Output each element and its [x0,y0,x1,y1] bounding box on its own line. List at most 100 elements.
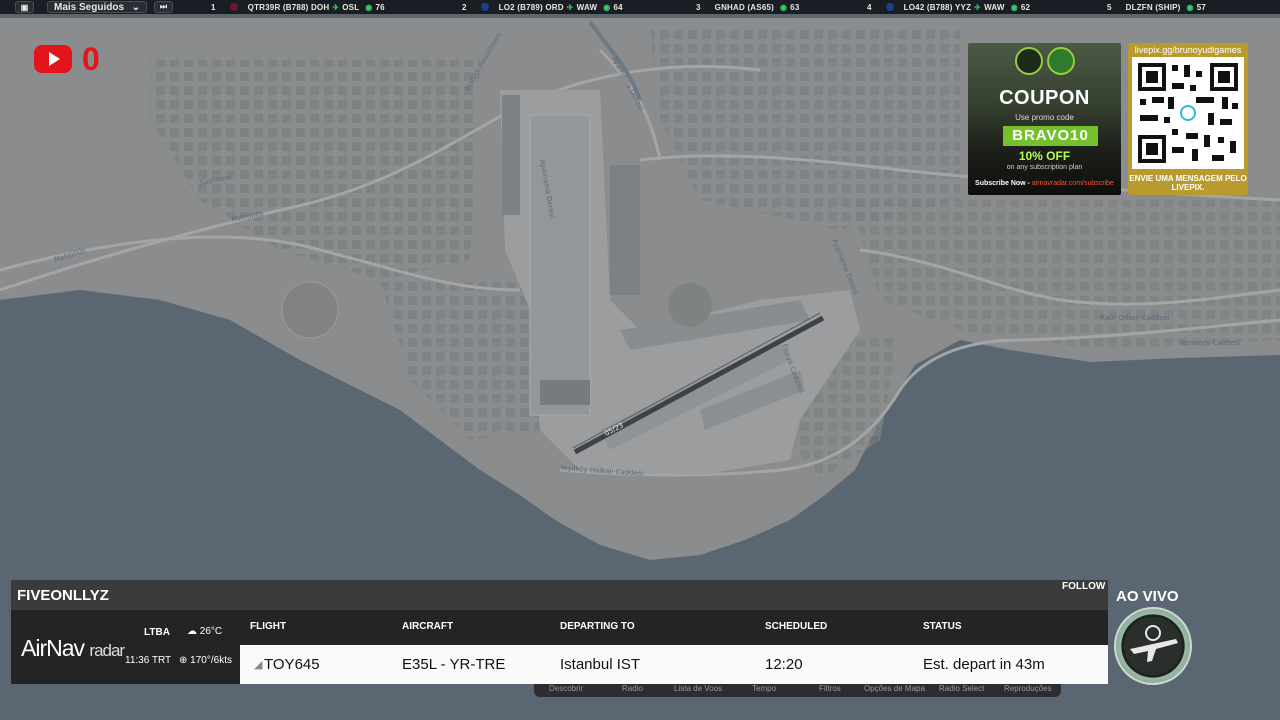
top-ranking-bar: ▣ Mais Seguidos ⌄ ⏭ 1 QTR39R (B788) DOH … [0,0,1280,14]
rank-number: 4 [867,2,872,12]
rank-number: 2 [462,2,467,12]
cell-scheduled: 12:20 [765,656,803,673]
temperature-value: 26°C [199,626,223,637]
bottom-menu: Descobrir Radio Lista de Voos Tempo Filt… [534,684,1061,697]
map-label: Rauf Orbay Caddesi [1100,314,1170,322]
brand-suffix: radar [89,641,125,660]
menu-item-weather[interactable]: Tempo [752,684,776,693]
menu-item-radio[interactable]: Radio [622,684,643,693]
cell-aircraft: E35L - YR-TRE [402,656,506,673]
ranking-item[interactable]: 5 DLZFN (SHIP) ◉ 57 [1107,0,1206,14]
wind-value: 170°/6kts [190,655,232,666]
coupon-footer: Subscribe Now - airnavradar.com/subscrib… [968,180,1121,187]
brand-name: AirNav [21,635,85,661]
coupon-code: BRAVO10 [1003,126,1098,146]
airline-logo-icon [229,3,238,11]
follow-button[interactable]: FOLLOW [1062,581,1105,592]
menu-item-filters[interactable]: Filtros [819,684,841,693]
menu-item-discover[interactable]: Descobrir [549,684,583,693]
col-aircraft: AIRCRAFT [402,621,454,632]
menu-item-flight-list[interactable]: Lista de Voos [674,684,722,693]
rank-number: 3 [696,2,701,12]
origin: ORD [545,2,564,12]
origin: YYZ [955,2,972,12]
flight-header: FIVEONLLYZ [11,580,1108,610]
coupon-footer-link[interactable]: airnavradar.com/subscribe [1032,180,1114,187]
callsign: LO2 [498,2,515,12]
next-button[interactable]: ⏭ [154,1,173,13]
cell-departing: Istanbul IST [560,656,641,673]
destination: WAW [984,2,1005,12]
flight-name: FIVEONLLYZ [17,587,109,604]
airport-code: LTBA [144,627,170,638]
qr-message: ENVIE UMA MENSAGEM PELO LIVEPIX. [1129,174,1247,192]
destination: WAW [576,2,598,12]
col-departing: DEPARTING TO [560,621,635,632]
map-label: Kennedy Caddesi [1180,339,1241,347]
plane-arrow-icon: ✈ [974,2,982,12]
airnav-logo: AirNav radar [21,635,125,662]
coupon-banner[interactable]: COUPON Use promo code BRAVO10 10% OFF on… [968,43,1121,195]
airplane-badge-icon [1130,625,1178,662]
viewers-icon: ◉ [603,2,611,12]
coupon-discount: 10% OFF [1018,149,1071,163]
cell-status: Est. depart in 43m [923,656,1045,673]
window-icon: ▣ [20,2,29,12]
cell-flight: TOY645 [264,656,320,673]
youtube-icon [34,45,72,73]
viewers-icon: ◉ [779,2,788,12]
live-label: AO VIVO [1116,588,1179,605]
plane-icon: ◢ [254,659,263,671]
aircraft-type: (SHIP) [1155,2,1181,12]
channel-badge-logo [1114,607,1192,685]
viewer-count: 62 [1020,2,1031,12]
menu-item-map-options[interactable]: Opções de Mapa [864,684,925,693]
callsign: DLZFN [1125,2,1153,12]
coupon-footer-prefix: Subscribe Now - [975,180,1030,187]
menu-item-radio-select[interactable]: Radio Select [939,684,984,693]
app-menu-button[interactable]: ▣ [15,1,34,13]
flight-table-header: FLIGHT AIRCRAFT DEPARTING TO SCHEDULED S… [240,610,1108,645]
ranking-item[interactable]: 2 LO2 (B789) ORD ✈ WAW ◉ 64 [462,0,623,14]
airline-logo-icon [885,3,894,11]
plane-arrow-icon: ✈ [332,2,340,12]
viewer-count: 57 [1196,2,1207,12]
qr-code-icon [1132,57,1244,169]
callsign: LO42 [903,2,925,12]
coupon-note: on any subscription plan [1006,164,1083,171]
airline-logo-icon [480,3,489,11]
radar-logo-icon [1046,47,1075,75]
origin: DOH [310,2,330,12]
col-scheduled: SCHEDULED [765,621,828,632]
table-row[interactable]: ◢ TOY645 E35L - YR-TRE Istanbul IST 12:2… [240,645,1108,684]
viewers-icon: ◉ [1010,2,1018,12]
ranking-dropdown[interactable]: Mais Seguidos ⌄ [47,1,147,13]
dropdown-label: Mais Seguidos [54,1,125,13]
viewer-count: 76 [375,2,385,12]
local-time: 11:36 TRT [125,655,172,666]
rank-number: 1 [211,2,216,12]
weather-icon: ☁ [187,626,197,637]
wind: ⊕ 170°/6kts [179,655,232,666]
wind-icon: ⊕ [179,655,188,666]
aircraft-type: (B788) [926,2,953,12]
ranking-item[interactable]: 3 GNHAD (AS65) ◉ 63 [696,0,799,14]
brand-panel: AirNav radar LTBA 11:36 TRT ☁ 26°C ⊕ 170… [11,610,240,684]
viewer-count: 64 [613,2,623,12]
menu-item-playback[interactable]: Reproduções [1004,684,1052,693]
aircraft-type: (AS65) [747,2,774,12]
col-status: STATUS [923,621,962,632]
viewers-icon: ◉ [1186,2,1194,12]
qr-url: livepix.gg/brunoyudigames [1134,45,1242,55]
ranking-item[interactable]: 4 LO42 (B788) YYZ ✈ WAW ◉ 62 [867,0,1030,14]
viewer-count: 63 [790,2,800,12]
aircraft-type: (B789) [517,2,543,12]
plane-arrow-icon: ✈ [566,2,574,12]
destination: OSL [342,2,360,12]
youtube-counter: 0 [34,43,100,75]
col-flight: FLIGHT [250,621,287,632]
viewers-icon: ◉ [365,2,373,12]
chevron-down-icon: ⌄ [131,1,140,13]
livepix-qr-panel[interactable]: livepix.gg/brunoyudigames ENVIE UMA MENS… [1128,43,1248,195]
ranking-item[interactable]: 1 QTR39R (B788) DOH ✈ OSL ◉ 76 [211,0,385,14]
